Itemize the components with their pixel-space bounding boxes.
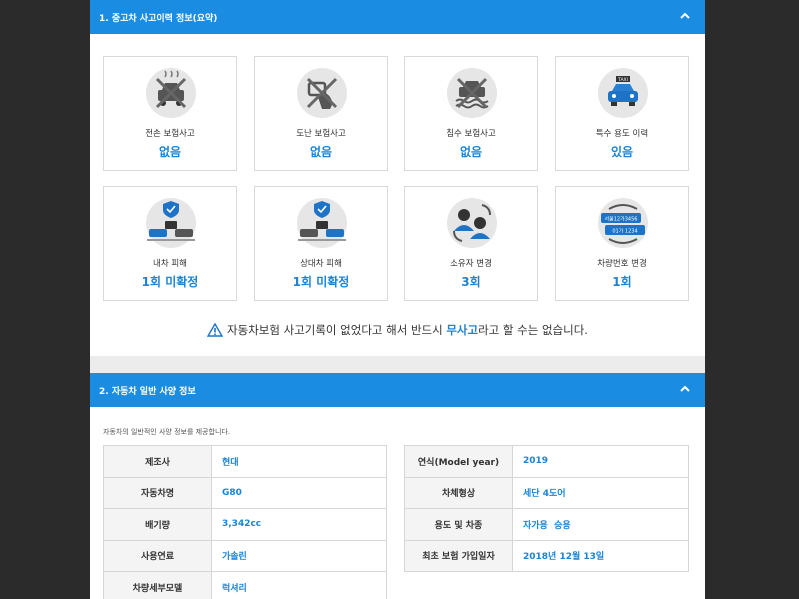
spec-key: 자동차명: [103, 476, 212, 509]
card-own-damage: 내차 피해 1회 미확정: [103, 186, 237, 301]
spec-value: G80: [211, 476, 387, 509]
notice-highlight: 무사고: [446, 323, 479, 337]
card-label: 도난 보험사고: [296, 129, 346, 139]
card-owner-change: 소유자 변경 3회: [404, 186, 538, 301]
card-label: 전손 보험사고: [145, 129, 195, 139]
card-label: 침수 보험사고: [446, 129, 496, 139]
card-value: 있음: [610, 145, 634, 159]
plate-change-icon: 서울12가3456 01가 1234: [598, 198, 648, 248]
spec-value: 가솔린: [211, 539, 387, 572]
table-row: 차체형상 세단 4도어: [404, 476, 689, 509]
table-row: 최초 보험 가입일자 2018년 12월 13일: [404, 539, 689, 572]
chevron-up-icon[interactable]: [677, 381, 693, 397]
spec-key: 용도 및 차종: [404, 508, 513, 541]
notice-text-after: 라고 할 수는 없습니다.: [478, 323, 588, 337]
spec-key: 사용연료: [103, 539, 212, 572]
section1-title: 1. 중고차 사고이력 정보(요약): [99, 13, 218, 24]
spec-value: 현대: [211, 445, 387, 478]
spec-value: 럭셔리: [211, 571, 387, 599]
table-row: 차량세부모델 럭셔리: [103, 571, 387, 599]
table-row: 사용연료 가솔린: [103, 539, 387, 572]
card-label: 특수 용도 이력: [595, 129, 649, 139]
card-value: 없음: [158, 145, 182, 159]
card-label: 상대차 피해: [300, 259, 342, 269]
spec-key: 제조사: [103, 445, 212, 478]
table-row: 제조사 현대: [103, 445, 387, 478]
no-accident-notice: 자동차보험 사고기록이 없었다고 해서 반드시 무사고라고 할 수는 없습니다.: [90, 322, 705, 338]
section-divider: [90, 356, 705, 373]
spec-table-left: 제조사 현대 자동차명 G80 배기량 3,342cc 사용연료 가솔린 차량세…: [103, 445, 387, 599]
spec-value: 2018년 12월 13일: [512, 539, 689, 572]
section2-header[interactable]: 2. 자동차 일반 사양 정보: [90, 373, 705, 407]
card-value: 3회: [461, 275, 481, 289]
taxi-icon: TAXI: [598, 68, 648, 118]
owner-change-icon: [447, 198, 497, 248]
spec-value: 3,342cc: [211, 508, 387, 541]
notice-text-before: 자동차보험 사고기록이 없었다고 해서 반드시: [227, 323, 447, 337]
flood-icon: [447, 68, 497, 118]
total-loss-icon: [146, 68, 196, 118]
card-value: 1회 미확정: [292, 275, 350, 289]
card-other-damage: 상대차 피해 1회 미확정: [254, 186, 388, 301]
spec-key: 최초 보험 가입일자: [404, 539, 513, 572]
svg-text:01가 1234: 01가 1234: [612, 228, 637, 235]
table-row: 용도 및 차종 자가용 승용: [404, 508, 689, 541]
table-row: 배기량 3,342cc: [103, 508, 387, 541]
card-plate-change: 서울12가3456 01가 1234 차량번호 변경 1회: [555, 186, 689, 301]
theft-icon: [297, 68, 347, 118]
spec-key: 연식(Model year): [404, 445, 513, 478]
spec-value: 2019: [512, 445, 689, 478]
card-value: 1회: [612, 275, 632, 289]
chevron-up-icon[interactable]: [677, 8, 693, 24]
spec-table-right: 연식(Model year) 2019 차체형상 세단 4도어 용도 및 차종 …: [404, 445, 689, 572]
card-label: 내차 피해: [153, 259, 187, 269]
card-label: 차량번호 변경: [597, 259, 647, 269]
section2-description: 자동차의 일반적인 사양 정보를 제공합니다.: [103, 428, 231, 436]
card-special-use: TAXI 특수 용도 이력 있음: [555, 56, 689, 171]
table-row: 자동차명 G80: [103, 476, 387, 509]
card-total-loss: 전손 보험사고 없음: [103, 56, 237, 171]
table-row: 연식(Model year) 2019: [404, 445, 689, 478]
own-damage-icon: [146, 198, 196, 248]
spec-key: 차체형상: [404, 476, 513, 509]
report-page: 1. 중고차 사고이력 정보(요약) 전손 보험사고 없음 도난 보험사고 없음: [90, 0, 705, 599]
card-flood: 침수 보험사고 없음: [404, 56, 538, 171]
svg-text:TAXI: TAXI: [617, 77, 628, 83]
card-value: 없음: [459, 145, 483, 159]
card-label: 소유자 변경: [450, 259, 492, 269]
section1-header[interactable]: 1. 중고차 사고이력 정보(요약): [90, 0, 705, 34]
card-value: 1회 미확정: [141, 275, 199, 289]
svg-text:서울12가3456: 서울12가3456: [605, 216, 638, 223]
warning-icon: [207, 323, 224, 337]
card-theft: 도난 보험사고 없음: [254, 56, 388, 171]
spec-value: 자가용 승용: [512, 508, 689, 541]
other-damage-icon: [297, 198, 347, 248]
section2-title: 2. 자동차 일반 사양 정보: [99, 386, 196, 397]
spec-key: 배기량: [103, 508, 212, 541]
card-value: 없음: [309, 145, 333, 159]
spec-key: 차량세부모델: [103, 571, 212, 599]
spec-value: 세단 4도어: [512, 476, 689, 509]
